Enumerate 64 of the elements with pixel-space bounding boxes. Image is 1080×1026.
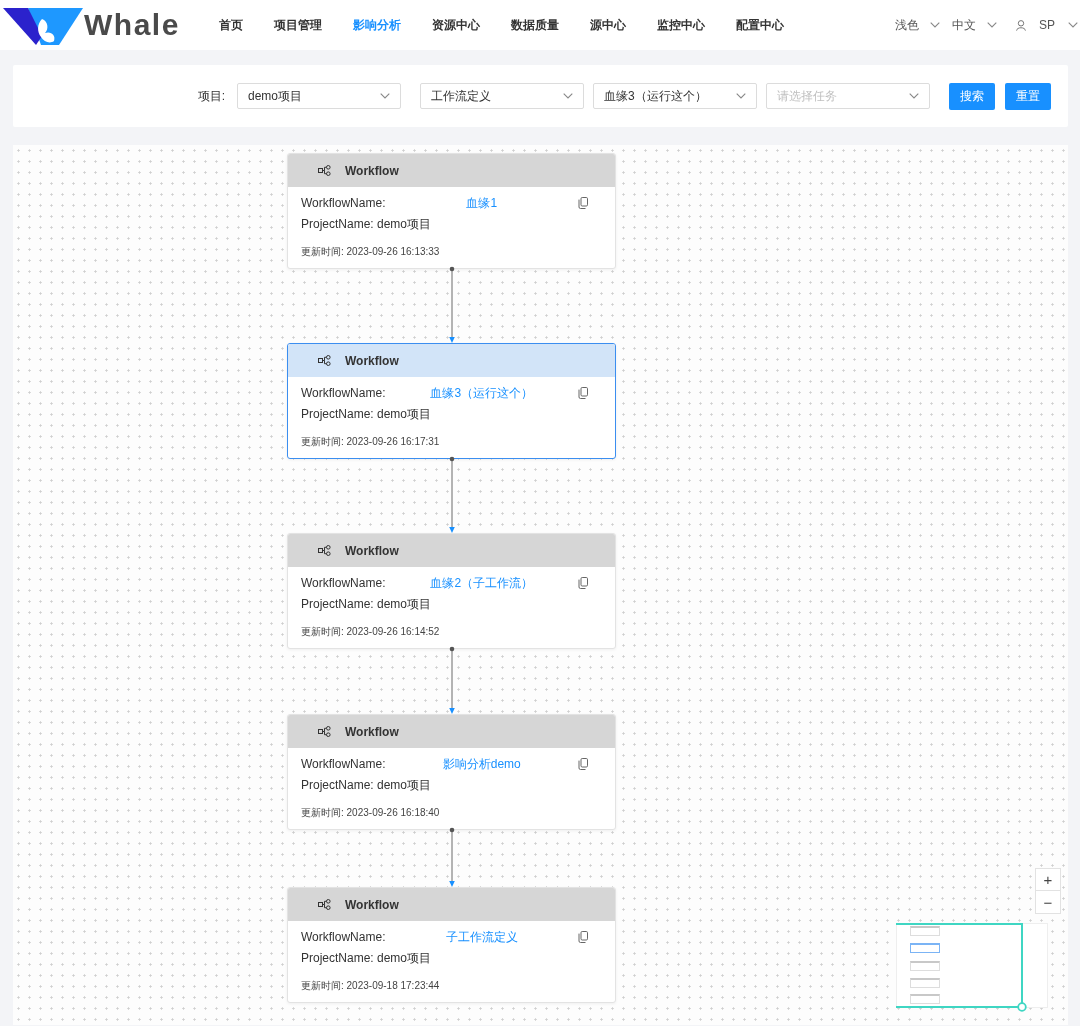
- field-label: WorkflowName:: [301, 576, 386, 590]
- copy-icon[interactable]: [578, 197, 588, 209]
- nav-tab[interactable]: 监控中心: [657, 16, 705, 34]
- node-title: Workflow: [345, 163, 399, 178]
- chevron-down-icon: [909, 93, 919, 99]
- workflow-node[interactable]: Workflow WorkflowName: 影响分析demo ProjectName: demo项目 更新时间: 2023-09-26 16:18:40: [287, 714, 616, 830]
- node-title: Workflow: [345, 353, 399, 368]
- chevron-down-icon: [1068, 22, 1078, 28]
- logo-icon: [3, 8, 83, 45]
- filter-label: 项目:: [197, 87, 225, 105]
- flow-icon: [318, 165, 331, 176]
- project-name-text: ProjectName: demo项目: [301, 778, 432, 792]
- field-label: WorkflowName:: [301, 196, 386, 210]
- logo-text: Whale: [84, 7, 180, 43]
- language-dropdown[interactable]: 中文: [952, 16, 997, 34]
- copy-icon[interactable]: [578, 931, 588, 943]
- project-name-text: ProjectName: demo项目: [301, 217, 432, 231]
- select-field[interactable]: demo项目: [237, 83, 401, 109]
- chevron-down-icon: [736, 93, 746, 99]
- field-label: WorkflowName:: [301, 386, 386, 400]
- nav-tab[interactable]: 配置中心: [736, 16, 784, 34]
- nav-tab[interactable]: 源中心: [590, 16, 626, 34]
- field-label: WorkflowName:: [301, 757, 386, 771]
- copy-icon[interactable]: [578, 387, 588, 399]
- flow-icon: [318, 545, 331, 556]
- select-field[interactable]: 血缘3（运行这个）: [593, 83, 757, 109]
- updated-time-text: 更新时间: 2023-09-26 16:17:31: [301, 436, 440, 447]
- copy-icon[interactable]: [578, 758, 588, 770]
- nav-tab[interactable]: 项目管理: [274, 16, 322, 34]
- zoom-in-button[interactable]: +: [1035, 868, 1061, 891]
- project-name-text: ProjectName: demo项目: [301, 407, 432, 421]
- connector-arrow: [449, 646, 455, 714]
- node-title: Workflow: [345, 724, 399, 739]
- project-name-text: ProjectName: demo项目: [301, 951, 432, 965]
- nav-tab[interactable]: 数据质量: [511, 16, 559, 34]
- node-title: Workflow: [345, 897, 399, 912]
- chevron-down-icon: [987, 22, 997, 28]
- user-icon: [1016, 19, 1026, 31]
- workflow-node[interactable]: Workflow WorkflowName: 子工作流定义 ProjectName: demo项目 更新时间: 2023-09-18 17:23:44: [287, 887, 616, 1003]
- flow-icon: [318, 899, 331, 910]
- flow-icon: [318, 726, 331, 737]
- updated-time-text: 更新时间: 2023-09-26 16:13:33: [301, 246, 440, 257]
- nav-tab[interactable]: 资源中心: [432, 16, 480, 34]
- theme-dropdown[interactable]: 浅色: [895, 16, 940, 34]
- nav-tab[interactable]: 首页: [219, 16, 243, 34]
- connector-arrow: [449, 827, 455, 887]
- workflow-node[interactable]: Workflow WorkflowName: 血缘2（子工作流） ProjectName: demo项目 更新时间: 2023-09-26 16:14:52: [287, 533, 616, 649]
- select-field[interactable]: 工作流定义: [420, 83, 584, 109]
- updated-time-text: 更新时间: 2023-09-18 17:23:44: [301, 980, 440, 991]
- updated-time-text: 更新时间: 2023-09-26 16:18:40: [301, 807, 440, 818]
- project-name-text: ProjectName: demo项目: [301, 597, 432, 611]
- workflow-node[interactable]: Workflow WorkflowName: 血缘1 ProjectName: demo项目 更新时间: 2023-09-26 16:13:33: [287, 153, 616, 269]
- updated-time-text: 更新时间: 2023-09-26 16:14:52: [301, 626, 440, 637]
- chevron-down-icon: [380, 93, 390, 99]
- resize-handle[interactable]: [1017, 1002, 1027, 1012]
- flow-icon: [318, 355, 331, 366]
- field-label: WorkflowName:: [301, 930, 386, 944]
- copy-icon[interactable]: [578, 577, 588, 589]
- node-title: Workflow: [345, 543, 399, 558]
- workflow-node[interactable]: Workflow WorkflowName: 血缘3（运行这个） ProjectName: demo项目 更新时间: 2023-09-26 16:17:31: [287, 343, 616, 459]
- chevron-down-icon: [930, 22, 940, 28]
- user-menu[interactable]: SP: [1016, 16, 1078, 34]
- zoom-out-button[interactable]: −: [1035, 891, 1061, 914]
- chevron-down-icon: [563, 93, 573, 99]
